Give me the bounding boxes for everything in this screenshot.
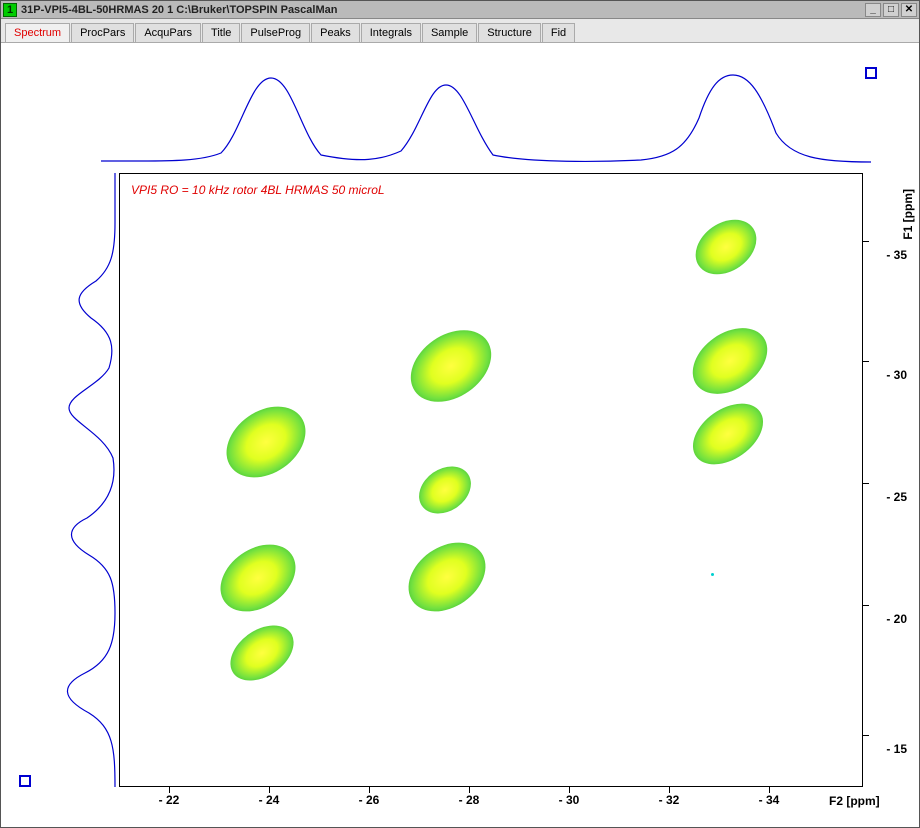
close-button[interactable]: ✕	[901, 3, 917, 17]
f2-tick: - 28	[459, 793, 480, 807]
f2-tick: - 24	[259, 793, 280, 807]
f2-tick: - 26	[359, 793, 380, 807]
window-titlebar: 1 31P-VPI5-4BL-50HRMAS 20 1 C:\Bruker\TO…	[1, 1, 919, 19]
f2-tick: - 22	[159, 793, 180, 807]
minimize-button[interactable]: _	[865, 3, 881, 17]
f1-tick: - 35	[886, 248, 907, 262]
region-handle-bottom-left[interactable]	[19, 775, 31, 787]
f1-tick: - 25	[886, 490, 907, 504]
maximize-button[interactable]: □	[883, 3, 899, 17]
f2-axis-label: F2 [ppm]	[829, 794, 880, 808]
tab-procpars[interactable]: ProcPars	[71, 23, 134, 42]
f2-tick: - 34	[759, 793, 780, 807]
noise-dot	[711, 573, 714, 576]
tab-title[interactable]: Title	[202, 23, 240, 42]
window-controls: _ □ ✕	[865, 3, 917, 17]
contour-plot-2d[interactable]	[119, 173, 863, 787]
f1-tick: - 15	[886, 742, 907, 756]
left-projection-1d	[31, 173, 119, 787]
tab-acqupars[interactable]: AcquPars	[135, 23, 201, 42]
tab-peaks[interactable]: Peaks	[311, 23, 360, 42]
window-title: 31P-VPI5-4BL-50HRMAS 20 1 C:\Bruker\TOPS…	[21, 4, 865, 16]
f1-tick: - 20	[886, 612, 907, 626]
f1-axis-label: F1 [ppm]	[901, 189, 915, 240]
plot-annotation: VPI5 RO = 10 kHz rotor 4BL HRMAS 50 micr…	[131, 183, 385, 197]
tab-fid[interactable]: Fid	[542, 23, 575, 42]
tab-sample[interactable]: Sample	[422, 23, 477, 42]
tab-spectrum[interactable]: Spectrum	[5, 23, 70, 42]
f2-tick: - 30	[559, 793, 580, 807]
tab-integrals[interactable]: Integrals	[361, 23, 421, 42]
top-projection-1d	[101, 63, 871, 173]
tab-structure[interactable]: Structure	[478, 23, 541, 42]
f1-tick: - 30	[886, 368, 907, 382]
tab-pulseprog[interactable]: PulseProg	[241, 23, 310, 42]
f2-tick: - 32	[659, 793, 680, 807]
spectrum-view[interactable]: VPI5 RO = 10 kHz rotor 4BL HRMAS 50 micr…	[1, 43, 919, 827]
dataset-index-badge: 1	[3, 3, 17, 17]
tab-bar: Spectrum ProcPars AcquPars Title PulsePr…	[1, 19, 919, 43]
